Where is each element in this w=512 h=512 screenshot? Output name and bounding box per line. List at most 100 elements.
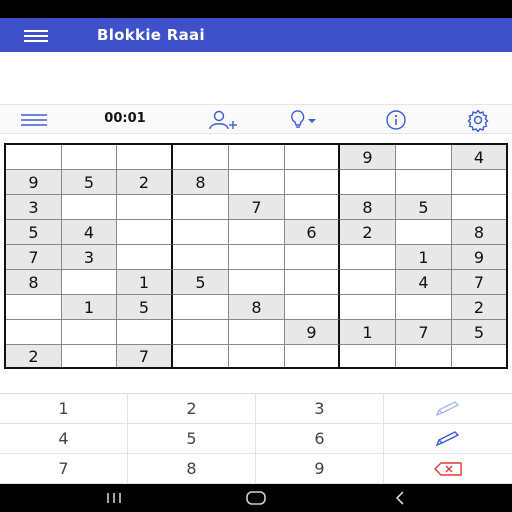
sudoku-cell-r8c7[interactable]: 1 [340, 320, 396, 345]
keypad-digit-8[interactable]: 8 [128, 454, 256, 484]
sudoku-cell-r8c6[interactable]: 9 [285, 320, 340, 345]
sudoku-cell-r6c3[interactable]: 1 [117, 270, 173, 295]
sudoku-cell-r6c8[interactable]: 4 [396, 270, 452, 295]
sudoku-cell-r4c9[interactable]: 8 [452, 220, 506, 245]
sudoku-cell-r9c4[interactable] [173, 345, 229, 367]
sudoku-cell-r6c4[interactable]: 5 [173, 270, 229, 295]
sudoku-cell-r2c3[interactable]: 2 [117, 170, 173, 195]
keypad-digit-1[interactable]: 1 [0, 394, 128, 424]
sudoku-cell-r9c6[interactable] [285, 345, 340, 367]
sudoku-cell-r5c4[interactable] [173, 245, 229, 270]
recent-apps-icon[interactable] [104, 490, 124, 506]
sudoku-cell-r9c7[interactable] [340, 345, 396, 367]
sudoku-cell-r2c4[interactable]: 8 [173, 170, 229, 195]
sudoku-cell-r1c6[interactable] [285, 145, 340, 170]
keypad-digit-3[interactable]: 3 [256, 394, 384, 424]
sudoku-cell-r3c6[interactable] [285, 195, 340, 220]
erase-icon[interactable] [384, 454, 512, 484]
keypad-digit-5[interactable]: 5 [128, 424, 256, 454]
sudoku-cell-r7c8[interactable] [396, 295, 452, 320]
sudoku-cell-r2c1[interactable]: 9 [6, 170, 62, 195]
sudoku-cell-r4c8[interactable] [396, 220, 452, 245]
sudoku-cell-r8c4[interactable] [173, 320, 229, 345]
sudoku-cell-r5c6[interactable] [285, 245, 340, 270]
sudoku-cell-r3c8[interactable]: 5 [396, 195, 452, 220]
sudoku-cell-r6c5[interactable] [229, 270, 285, 295]
sudoku-cell-r3c9[interactable] [452, 195, 506, 220]
pen-icon[interactable] [384, 424, 512, 454]
sudoku-cell-r2c7[interactable] [340, 170, 396, 195]
home-icon[interactable] [244, 490, 268, 506]
sudoku-cell-r5c5[interactable] [229, 245, 285, 270]
sudoku-cell-r1c4[interactable] [173, 145, 229, 170]
sudoku-cell-r4c6[interactable]: 6 [285, 220, 340, 245]
sudoku-cell-r5c1[interactable]: 7 [6, 245, 62, 270]
sudoku-cell-r9c2[interactable] [62, 345, 117, 367]
sudoku-cell-r4c1[interactable]: 5 [6, 220, 62, 245]
sudoku-cell-r9c5[interactable] [229, 345, 285, 367]
sudoku-cell-r6c7[interactable] [340, 270, 396, 295]
sudoku-cell-r9c9[interactable] [452, 345, 506, 367]
sudoku-cell-r6c6[interactable] [285, 270, 340, 295]
sudoku-cell-r7c2[interactable]: 1 [62, 295, 117, 320]
sudoku-cell-r2c2[interactable]: 5 [62, 170, 117, 195]
sudoku-cell-r2c6[interactable] [285, 170, 340, 195]
sudoku-cell-r5c3[interactable] [117, 245, 173, 270]
sudoku-cell-r9c1[interactable]: 2 [6, 345, 62, 367]
sudoku-cell-r8c5[interactable] [229, 320, 285, 345]
sudoku-cell-r3c3[interactable] [117, 195, 173, 220]
sudoku-cell-r5c7[interactable] [340, 245, 396, 270]
sudoku-cell-r3c7[interactable]: 8 [340, 195, 396, 220]
sudoku-cell-r9c8[interactable] [396, 345, 452, 367]
sudoku-cell-r1c9[interactable]: 4 [452, 145, 506, 170]
sudoku-cell-r4c2[interactable]: 4 [62, 220, 117, 245]
sudoku-cell-r7c9[interactable]: 2 [452, 295, 506, 320]
add-user-icon[interactable] [206, 108, 238, 132]
sudoku-cell-r2c8[interactable] [396, 170, 452, 195]
list-icon[interactable] [18, 108, 50, 132]
sudoku-cell-r8c8[interactable]: 7 [396, 320, 452, 345]
sudoku-cell-r9c3[interactable]: 7 [117, 345, 173, 367]
sudoku-cell-r4c5[interactable] [229, 220, 285, 245]
sudoku-cell-r1c7[interactable]: 9 [340, 145, 396, 170]
sudoku-cell-r5c8[interactable]: 1 [396, 245, 452, 270]
sudoku-cell-r8c2[interactable] [62, 320, 117, 345]
sudoku-cell-r4c3[interactable] [117, 220, 173, 245]
sudoku-cell-r1c5[interactable] [229, 145, 285, 170]
sudoku-cell-r3c5[interactable]: 7 [229, 195, 285, 220]
info-icon[interactable] [380, 108, 412, 132]
sudoku-cell-r8c9[interactable]: 5 [452, 320, 506, 345]
keypad-digit-4[interactable]: 4 [0, 424, 128, 454]
sudoku-cell-r1c2[interactable] [62, 145, 117, 170]
sudoku-cell-r5c2[interactable]: 3 [62, 245, 117, 270]
sudoku-cell-r1c1[interactable] [6, 145, 62, 170]
sudoku-cell-r8c1[interactable] [6, 320, 62, 345]
sudoku-cell-r3c1[interactable]: 3 [6, 195, 62, 220]
sudoku-cell-r6c1[interactable]: 8 [6, 270, 62, 295]
sudoku-cell-r3c2[interactable] [62, 195, 117, 220]
keypad-digit-2[interactable]: 2 [128, 394, 256, 424]
settings-gear-icon[interactable] [462, 108, 494, 133]
sudoku-cell-r1c8[interactable] [396, 145, 452, 170]
sudoku-cell-r4c4[interactable] [173, 220, 229, 245]
sudoku-cell-r4c7[interactable]: 2 [340, 220, 396, 245]
sudoku-cell-r3c4[interactable] [173, 195, 229, 220]
sudoku-cell-r7c3[interactable]: 5 [117, 295, 173, 320]
sudoku-cell-r7c5[interactable]: 8 [229, 295, 285, 320]
keypad-digit-6[interactable]: 6 [256, 424, 384, 454]
hint-lightbulb-icon[interactable] [286, 108, 318, 132]
sudoku-cell-r7c7[interactable] [340, 295, 396, 320]
sudoku-cell-r6c2[interactable] [62, 270, 117, 295]
sudoku-cell-r2c9[interactable] [452, 170, 506, 195]
sudoku-cell-r8c3[interactable] [117, 320, 173, 345]
keypad-digit-9[interactable]: 9 [256, 454, 384, 484]
sudoku-cell-r5c9[interactable]: 9 [452, 245, 506, 270]
pencil-notes-icon[interactable] [384, 394, 512, 424]
sudoku-cell-r1c3[interactable] [117, 145, 173, 170]
hamburger-menu-icon[interactable] [24, 30, 48, 42]
sudoku-cell-r7c6[interactable] [285, 295, 340, 320]
sudoku-cell-r7c1[interactable] [6, 295, 62, 320]
sudoku-cell-r7c4[interactable] [173, 295, 229, 320]
sudoku-cell-r6c9[interactable]: 7 [452, 270, 506, 295]
keypad-digit-7[interactable]: 7 [0, 454, 128, 484]
